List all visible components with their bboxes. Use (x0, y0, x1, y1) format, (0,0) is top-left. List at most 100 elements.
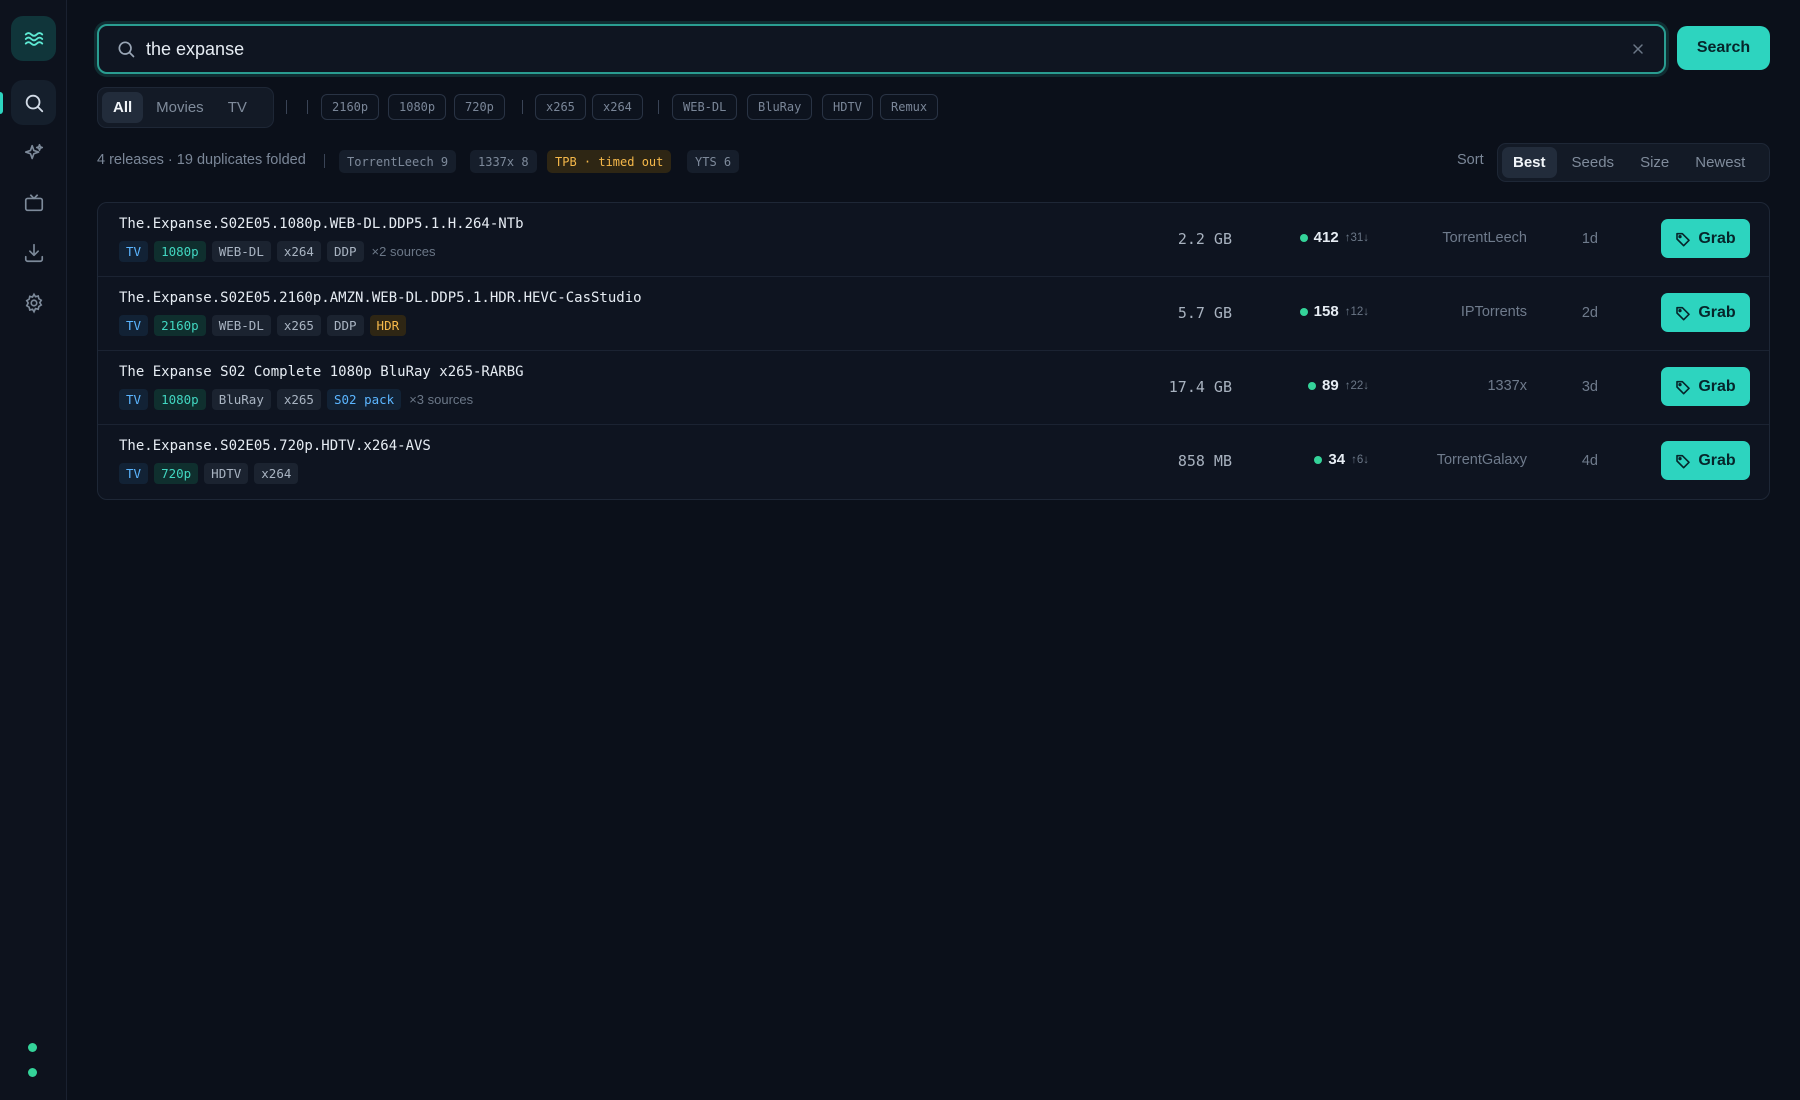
tag-resolution: 2160p (154, 315, 206, 336)
release-name: The Expanse S02 Complete 1080p BluRay x2… (119, 364, 524, 380)
search-box (97, 24, 1666, 74)
chip-codec[interactable]: x265 (535, 94, 586, 120)
indexer-status-chip: YTS 6 (687, 150, 740, 173)
release-name: The.Expanse.S02E05.2160p.AMZN.WEB-DL.DDP… (119, 290, 642, 306)
tag-codec: x264 (254, 463, 299, 484)
download-icon (24, 243, 43, 262)
duplicate-sources: ×3 sources (409, 392, 474, 407)
release-seeds: 412 ↑31↓ (1299, 229, 1369, 246)
peer-info: ↑22↓ (1344, 379, 1369, 392)
sort-label: Sort (1457, 152, 1484, 168)
tag-icon (1676, 306, 1691, 320)
tag-source: HDTV (204, 463, 249, 484)
indexer-status-chip: TorrentLeech 9 (339, 150, 457, 173)
chip-resolution[interactable]: 1080p (388, 94, 447, 120)
seed-health-dot (1299, 233, 1308, 242)
sidebar-item-settings[interactable] (11, 280, 56, 325)
summary-divider (324, 154, 325, 168)
tag-codec: x264 (276, 241, 321, 262)
release-row[interactable]: The.Expanse.S02E05.2160p.AMZN.WEB-DL.DDP… (98, 277, 1769, 351)
release-row[interactable]: The Expanse S02 Complete 1080p BluRay x2… (98, 351, 1769, 425)
grab-button[interactable]: Grab (1661, 367, 1750, 406)
chip-source[interactable]: WEB-DL (672, 94, 738, 120)
sort-best[interactable]: Best (1502, 147, 1557, 178)
release-seeds: 158 ↑12↓ (1299, 303, 1369, 320)
tv-icon (24, 193, 43, 211)
release-indexer: TorrentLeech (1442, 230, 1527, 246)
duplicate-sources: ×2 sources (371, 244, 436, 259)
tag-season-pack: S02 pack (326, 389, 402, 410)
release-indexer: IPTorrents (1460, 304, 1527, 320)
chip-source[interactable]: Remux (880, 94, 939, 120)
tag-audio: DDP (326, 241, 364, 262)
sort-control: Best Seeds Size Newest (1497, 143, 1770, 182)
chip-resolution[interactable]: 720p (454, 94, 505, 120)
sort-newest[interactable]: Newest (1684, 147, 1756, 178)
type-filter-movies[interactable]: Movies (145, 92, 215, 123)
sidebar-item-discover[interactable] (11, 130, 56, 175)
chip-resolution[interactable]: 2160p (321, 94, 380, 120)
grab-label: Grab (1698, 377, 1736, 395)
active-nav-indicator (0, 92, 3, 114)
type-filter-all[interactable]: All (102, 92, 144, 123)
grab-button[interactable]: Grab (1661, 441, 1750, 480)
sort-seeds[interactable]: Seeds (1561, 147, 1626, 178)
seed-health-dot (1299, 307, 1308, 316)
chip-source[interactable]: BluRay (747, 94, 813, 120)
release-seeds: 89 ↑22↓ (1308, 377, 1369, 394)
tag-resolution: 720p (154, 463, 199, 484)
tag-type: TV (119, 241, 149, 262)
tag-source: BluRay (211, 389, 271, 410)
filter-divider (286, 100, 287, 114)
sidebar-item-downloads[interactable] (11, 230, 56, 275)
chip-source[interactable]: HDTV (822, 94, 873, 120)
release-row[interactable]: The.Expanse.S02E05.720p.HDTV.x264-AVS TV… (98, 425, 1769, 499)
tag-resolution: 1080p (154, 241, 206, 262)
status-dot (28, 1043, 37, 1052)
tag-type: TV (119, 315, 149, 336)
tag-hdr: HDR (369, 315, 407, 336)
clear-search-icon[interactable] (1630, 41, 1646, 57)
release-tags: TV 1080p WEB-DL x264 DDP ×2 sources (119, 241, 436, 262)
tag-icon (1676, 380, 1691, 394)
sparkle-icon (24, 143, 43, 159)
results-list: The.Expanse.S02E05.1080p.WEB-DL.DDP5.1.H… (97, 202, 1770, 500)
tag-icon (1676, 454, 1691, 468)
search-input[interactable] (146, 34, 1606, 64)
release-name: The.Expanse.S02E05.720p.HDTV.x264-AVS (119, 438, 431, 454)
release-tags: TV 720p HDTV x264 (119, 463, 299, 484)
release-row[interactable]: The.Expanse.S02E05.1080p.WEB-DL.DDP5.1.H… (98, 203, 1769, 277)
waves-icon (24, 31, 43, 46)
release-size: 858 MB (1177, 452, 1232, 470)
release-size: 2.2 GB (1177, 230, 1232, 248)
type-filter: All Movies TV (97, 87, 274, 128)
type-filter-tv[interactable]: TV (217, 92, 258, 123)
filter-divider (658, 100, 659, 114)
filter-divider (522, 100, 523, 114)
seed-count: 158 (1313, 303, 1339, 320)
tag-codec: x265 (276, 315, 321, 336)
sort-size[interactable]: Size (1629, 147, 1680, 178)
indexer-timeout-chip: TPB · timed out (547, 150, 672, 173)
results-summary: 4 releases · 19 duplicates folded (97, 152, 306, 168)
grab-button[interactable]: Grab (1661, 293, 1750, 332)
release-size: 5.7 GB (1177, 304, 1232, 322)
grab-label: Grab (1698, 451, 1736, 469)
sidebar (0, 0, 67, 1100)
release-name: The.Expanse.S02E05.1080p.WEB-DL.DDP5.1.H… (119, 216, 524, 232)
app-logo[interactable] (11, 16, 56, 61)
release-age: 1d (1581, 231, 1598, 247)
tag-source: WEB-DL (211, 315, 271, 336)
release-tags: TV 2160p WEB-DL x265 DDP HDR (119, 315, 407, 336)
chip-codec[interactable]: x264 (592, 94, 643, 120)
search-button[interactable]: Search (1677, 26, 1770, 70)
grab-label: Grab (1698, 229, 1736, 247)
tag-type: TV (119, 463, 149, 484)
status-dot (28, 1068, 37, 1077)
release-age: 3d (1581, 379, 1598, 395)
sidebar-item-search[interactable] (11, 80, 56, 125)
grab-button[interactable]: Grab (1661, 219, 1750, 258)
sidebar-item-tv[interactable] (11, 180, 56, 225)
release-age: 4d (1581, 453, 1598, 469)
search-icon (118, 41, 135, 58)
